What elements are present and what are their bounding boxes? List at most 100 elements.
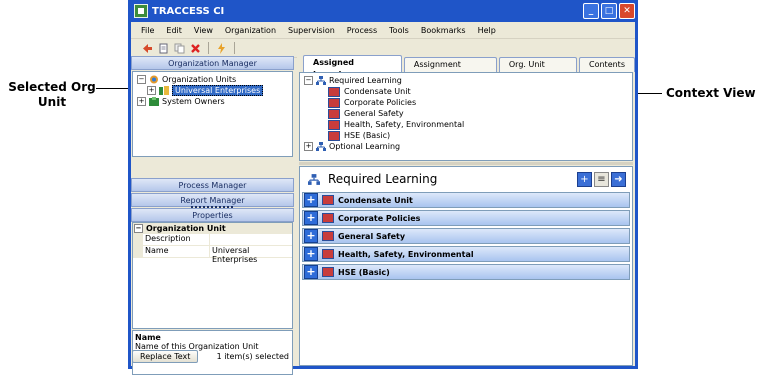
app-logo-icon [134,4,148,18]
ctx-item-required-learning[interactable]: − Required Learning [304,75,402,86]
right-pane: Assigned Learning Assignment Details Org… [297,55,635,366]
menu-tools[interactable]: Tools [389,26,409,35]
system-owners-icon [149,97,159,106]
accordion-label: HSE (Basic) [338,267,390,277]
add-icon[interactable]: + [577,171,592,187]
org-unit-icon [159,86,169,95]
expand-plus-icon[interactable]: + [304,229,318,243]
accordion-row-general-safety[interactable]: + General Safety [302,228,630,244]
expand-icon[interactable]: + [137,97,146,106]
org-units-icon [149,75,159,84]
property-row-name[interactable]: Name Universal Enterprises [133,246,292,264]
org-manager-header[interactable]: Organization Manager [131,56,294,70]
collapse-icon[interactable]: − [134,224,143,233]
content-panel: Required Learning + ≡ ➜ + Condensate Unit… [299,166,633,366]
window-title: TRACCESS CI [152,5,225,17]
arrow-right-icon[interactable]: ➜ [611,171,626,187]
ctx-label: Optional Learning [329,142,401,151]
course-icon [328,97,340,108]
accordion-label: General Safety [338,231,406,241]
ctx-item-optional-learning[interactable]: + Optional Learning [304,141,400,152]
close-button[interactable]: ✕ [619,3,635,19]
tab-assignment-details[interactable]: Assignment Details [403,57,497,81]
accordion-row-condensate-unit[interactable]: + Condensate Unit [302,192,630,208]
hierarchy-icon [316,142,326,151]
collapse-icon[interactable]: − [304,76,313,85]
course-icon [328,130,340,141]
org-tree: − Organization Units + Universal Enterpr… [132,71,293,157]
course-icon [322,195,334,205]
property-value[interactable]: Universal Enterprises [210,246,292,264]
expand-icon[interactable]: + [304,142,313,151]
accordion-row-hse[interactable]: + Health, Safety, Environmental [302,246,630,262]
copy-icon[interactable] [173,42,186,55]
tree-item-organization-units[interactable]: − Organization Units [137,74,236,85]
toolbar-separator [234,42,235,54]
collapse-icon[interactable]: − [137,75,146,84]
course-icon [328,86,340,97]
ctx-item[interactable]: Corporate Policies [328,97,416,108]
tab-assigned-learning[interactable]: Assigned Learning [303,55,402,79]
title-bar[interactable]: TRACCESS CI _ □ ✕ [131,0,635,22]
ctx-item[interactable]: Health, Safety, Environmental [328,119,464,130]
property-name: Name [143,246,210,257]
expand-plus-icon[interactable]: + [304,193,318,207]
horizontal-splitter[interactable] [299,162,633,165]
menu-process[interactable]: Process [347,26,377,35]
tab-org-unit-views[interactable]: Org. Unit Views [498,57,577,81]
menu-file[interactable]: File [141,26,154,35]
menu-organization[interactable]: Organization [225,26,276,35]
accordion-label: Health, Safety, Environmental [338,249,474,259]
expand-icon[interactable]: + [147,86,156,95]
property-gutter [133,246,143,257]
lightning-icon[interactable] [215,42,228,55]
content-header: Required Learning + ≡ ➜ [300,167,632,191]
delete-icon[interactable] [189,42,202,55]
menu-bar: File Edit View Organization Supervision … [131,22,635,39]
selected-org-unit-label: Universal Enterprises [172,85,264,96]
property-value[interactable] [210,234,292,245]
tab-bar: Assigned Learning Assignment Details Org… [297,55,635,81]
course-icon [322,231,334,241]
property-row-description[interactable]: Description [133,234,292,246]
expand-plus-icon[interactable]: + [304,211,318,225]
expand-plus-icon[interactable]: + [304,265,318,279]
replace-text-button[interactable]: Replace Text [132,349,199,363]
tab-contents[interactable]: Contents [579,57,635,72]
back-arrow-icon[interactable] [141,42,154,55]
new-document-icon[interactable] [157,42,170,55]
ctx-item[interactable]: Condensate Unit [328,86,411,97]
hierarchy-icon [316,76,326,85]
accordion-label: Corporate Policies [338,213,421,223]
course-icon [322,249,334,259]
list-view-icon[interactable]: ≡ [594,171,609,187]
minimize-button[interactable]: _ [583,3,599,19]
report-manager-header[interactable]: Report Manager [131,193,294,207]
maximize-button[interactable]: □ [601,3,617,19]
menu-edit[interactable]: Edit [166,26,182,35]
ctx-label: Required Learning [329,76,402,85]
property-grid: − Organization Unit Description Name Uni… [132,222,293,329]
process-manager-header[interactable]: Process Manager [131,178,294,192]
ctx-item[interactable]: HSE (Basic) [328,130,390,141]
menu-supervision[interactable]: Supervision [288,26,335,35]
ctx-item[interactable]: General Safety [328,108,404,119]
tree-item-system-owners[interactable]: + System Owners [137,96,225,107]
accordion-label: Condensate Unit [338,195,413,205]
client-area: File Edit View Organization Supervision … [131,22,635,375]
property-name: Description [143,234,210,245]
toolbar-separator [208,42,209,54]
menu-help[interactable]: Help [478,26,496,35]
accordion-row-corporate-policies[interactable]: + Corporate Policies [302,210,630,226]
menu-view[interactable]: View [194,26,213,35]
tree-label: Organization Units [162,75,237,84]
accordion-row-hse-basic[interactable]: + HSE (Basic) [302,264,630,280]
expand-plus-icon[interactable]: + [304,247,318,261]
ctx-label: HSE (Basic) [344,131,391,140]
property-category[interactable]: − Organization Unit [133,223,292,234]
ctx-label: Health, Safety, Environmental [344,120,465,129]
menu-bookmarks[interactable]: Bookmarks [421,26,466,35]
course-icon [322,267,334,277]
course-icon [328,108,340,119]
tree-item-universal-enterprises[interactable]: + Universal Enterprises [147,85,264,96]
